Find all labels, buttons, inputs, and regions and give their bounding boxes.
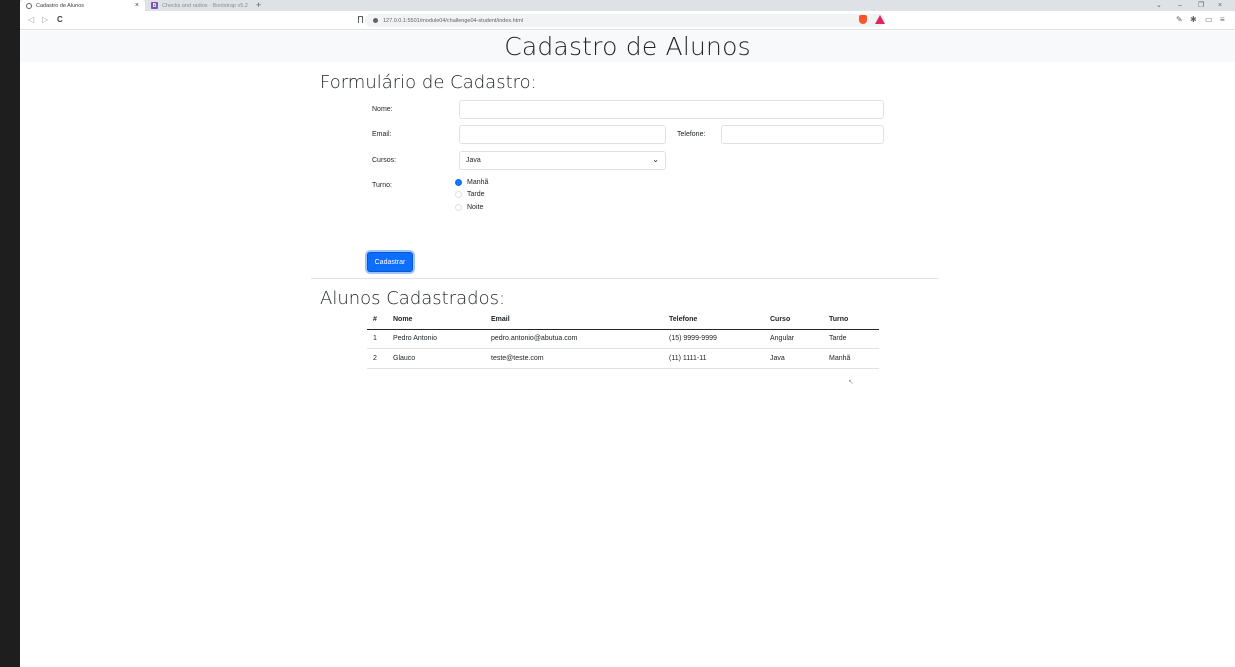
telefone-label: Telefone: (677, 131, 706, 138)
tab-title: Cadastro de Alunos (36, 2, 85, 9)
chevron-down-icon[interactable]: ⌄ (1156, 0, 1162, 11)
cursos-select[interactable]: Java ⌄ (459, 151, 666, 170)
cursos-label: Cursos: (372, 157, 397, 164)
restore-icon[interactable]: ❐ (1198, 0, 1204, 11)
cell-index: 2 (367, 348, 387, 369)
divider (311, 278, 938, 279)
col-header-email: Email (485, 311, 663, 330)
address-bar[interactable]: 127.0.0.1:5501/module04/challenge04-stud… (365, 14, 885, 27)
close-tab-icon[interactable]: × (135, 2, 139, 9)
telefone-input[interactable] (721, 125, 884, 144)
close-window-icon[interactable]: × (1218, 0, 1222, 11)
turno-label: Turno: (372, 182, 392, 189)
turno-option-manha[interactable]: Manhã (455, 179, 488, 186)
cell-turno: Manhã (823, 348, 879, 369)
cell-nome: Pedro Antonio (387, 329, 485, 349)
radio-noite[interactable] (455, 204, 462, 211)
tab-cadastro-de-alunos[interactable]: Cadastro de Alunos × (20, 0, 145, 11)
students-table: # Nome Email Telefone Curso Turno 1 Pedr… (367, 311, 879, 369)
page-header: Cadastro de Alunos (20, 31, 1235, 62)
radio-manha[interactable] (455, 179, 462, 186)
site-info-icon[interactable] (373, 18, 378, 23)
url-text: 127.0.0.1:5501/module04/challenge04-stud… (383, 17, 524, 24)
forward-icon[interactable]: ▷ (42, 15, 48, 24)
desktop-edge (0, 0, 20, 667)
table-row: 2 Glauco teste@teste.com (11) 1111-11 Ja… (367, 348, 879, 369)
new-tab-button[interactable]: + (256, 0, 261, 11)
radio-tarde-label: Tarde (467, 191, 485, 198)
email-label: Email: (372, 131, 392, 138)
cell-telefone: (11) 1111-11 (663, 348, 764, 369)
page-title: Cadastro de Alunos (504, 32, 751, 61)
brave-rewards-icon[interactable] (875, 15, 885, 24)
menu-icon[interactable]: ≡ (1220, 15, 1225, 24)
nome-input[interactable] (459, 100, 884, 119)
form-title: Formulário de Cadastro: (320, 72, 537, 93)
bookmark-icon[interactable] (358, 16, 363, 23)
col-header-index: # (367, 311, 387, 330)
wallet-icon[interactable]: ✎ (1176, 15, 1183, 24)
tab-checks-and-radios[interactable]: B Checks and radios · Bootstrap v5.2 (145, 0, 255, 11)
sidebar-icon[interactable]: ▭ (1205, 15, 1213, 24)
cell-curso: Java (764, 348, 823, 369)
minimize-icon[interactable]: – (1178, 0, 1182, 11)
brave-shields-icon[interactable] (859, 15, 867, 24)
address-toolbar: ◁ ▷ C 127.0.0.1:5501/module04/challenge0… (20, 11, 1235, 30)
email-input[interactable] (459, 125, 666, 144)
back-icon[interactable]: ◁ (28, 15, 34, 24)
tab-bar: Cadastro de Alunos × B Checks and radios… (20, 0, 1235, 11)
globe-icon (26, 2, 32, 9)
bootstrap-icon: B (151, 2, 158, 9)
cell-email: pedro.antonio@abutua.com (485, 329, 663, 349)
cell-nome: Glauco (387, 348, 485, 369)
cell-turno: Tarde (823, 329, 879, 349)
col-header-turno: Turno (823, 311, 879, 330)
cell-index: 1 (367, 329, 387, 349)
cell-curso: Angular (764, 329, 823, 349)
tab-title: Checks and radios · Bootstrap v5.2 (162, 2, 248, 9)
radio-manha-label: Manhã (467, 179, 489, 186)
col-header-curso: Curso (764, 311, 823, 330)
cell-email: teste@teste.com (485, 348, 663, 369)
table-row: 1 Pedro Antonio pedro.antonio@abutua.com… (367, 329, 879, 349)
radio-noite-label: Noite (467, 204, 484, 211)
cell-telefone: (15) 9999-9999 (663, 329, 764, 349)
reload-icon[interactable]: C (57, 15, 63, 24)
turno-option-noite[interactable]: Noite (455, 204, 483, 211)
cadastrar-button[interactable]: Cadastrar (367, 252, 413, 272)
nome-label: Nome: (372, 106, 393, 113)
list-title: Alunos Cadastrados: (320, 288, 506, 309)
extensions-icon[interactable]: ✱ (1190, 15, 1197, 24)
table-header-row: # Nome Email Telefone Curso Turno (367, 311, 879, 330)
mouse-cursor-icon: ↖ (848, 379, 854, 386)
radio-tarde[interactable] (455, 191, 462, 198)
chevron-down-icon: ⌄ (652, 155, 659, 164)
col-header-nome: Nome (387, 311, 485, 330)
turno-option-tarde[interactable]: Tarde (455, 191, 485, 198)
page-content: Cadastro de Alunos Formulário de Cadastr… (20, 31, 1235, 667)
browser-window: Cadastro de Alunos × B Checks and radios… (20, 0, 1235, 667)
cursos-selected-value: Java (466, 157, 481, 164)
col-header-telefone: Telefone (663, 311, 764, 330)
